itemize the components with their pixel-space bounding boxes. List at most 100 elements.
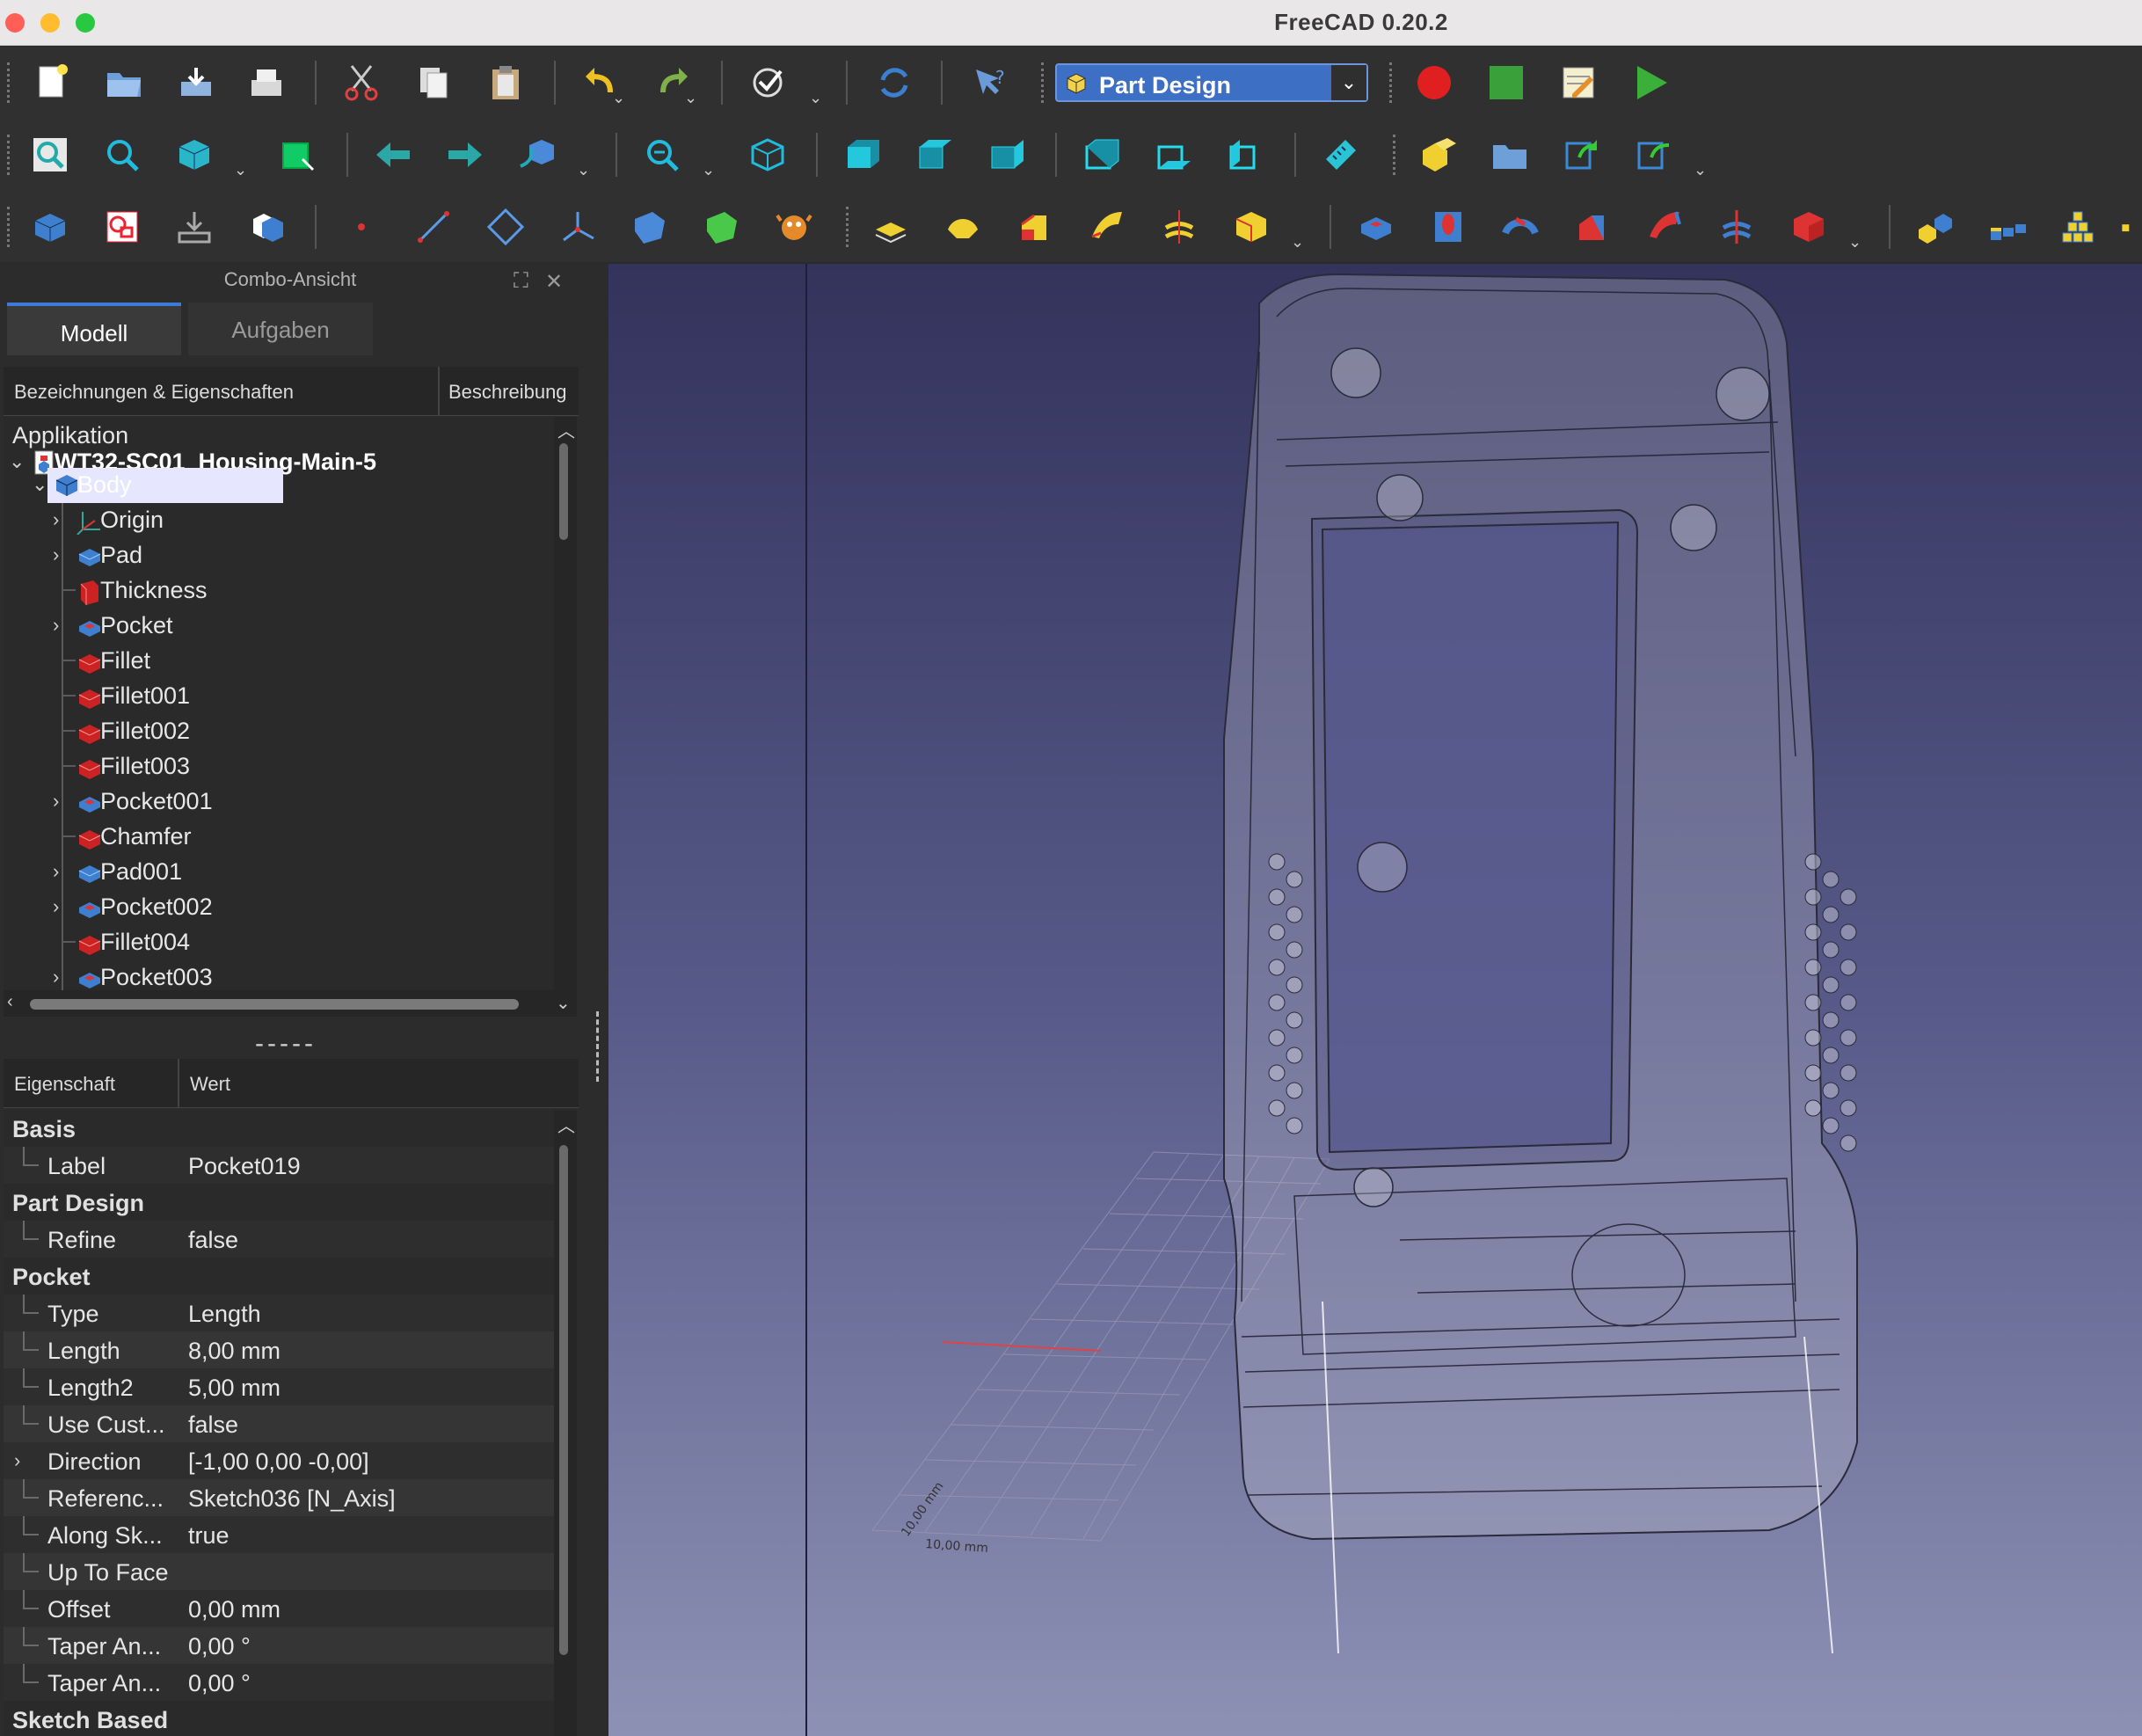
property-value[interactable]: 5,00 mm: [188, 1375, 280, 1402]
right-view-icon[interactable]: [983, 131, 1031, 179]
shape-binder-icon[interactable]: [626, 203, 674, 251]
fit-all-icon[interactable]: [26, 131, 74, 179]
property-row[interactable]: Offset 0,00 mm: [4, 1590, 554, 1627]
tree-item[interactable]: Fillet003: [4, 749, 531, 784]
additive-pipe-icon[interactable]: [1083, 203, 1131, 251]
tree-item[interactable]: Chamfer: [4, 820, 531, 855]
scroll-up-icon[interactable]: ︿: [557, 417, 575, 442]
chevron-down-icon[interactable]: ⌄: [32, 473, 47, 496]
close-panel-icon[interactable]: ✕: [545, 269, 563, 295]
property-row[interactable]: Length2 5,00 mm: [4, 1368, 554, 1405]
tree-scroll-thumb[interactable]: [559, 443, 568, 540]
create-sketch-icon[interactable]: [98, 203, 146, 251]
chevron-right-icon[interactable]: ›: [53, 860, 59, 883]
back-arrow-icon[interactable]: [369, 131, 417, 179]
cut-icon[interactable]: [338, 59, 385, 106]
paste-icon[interactable]: [482, 59, 529, 106]
measure-icon[interactable]: [1317, 131, 1365, 179]
open-document-icon[interactable]: [100, 59, 148, 106]
tree-vertical-scrollbar[interactable]: ︿: [554, 417, 577, 990]
3d-viewport[interactable]: 10,00 mm 10,00 mm: [608, 264, 2142, 1736]
clone-sheep-icon[interactable]: [770, 203, 818, 251]
tree-item[interactable]: › Origin: [4, 503, 531, 538]
property-group[interactable]: Basis: [4, 1110, 554, 1147]
chevron-right-icon[interactable]: ›: [53, 790, 59, 813]
scroll-down-icon[interactable]: ⌄: [556, 992, 571, 1014]
copy-icon[interactable]: [410, 59, 457, 106]
property-value[interactable]: 8,00 mm: [188, 1338, 280, 1365]
property-row[interactable]: Refine false: [4, 1221, 554, 1258]
property-value[interactable]: [-1,00 0,00 -0,00]: [188, 1448, 369, 1476]
pad-tool-icon[interactable]: [867, 203, 914, 251]
property-group[interactable]: Sketch Based: [4, 1701, 554, 1736]
rear-view-icon[interactable]: [1078, 131, 1126, 179]
execute-macro-icon[interactable]: [1627, 59, 1674, 106]
tree-item[interactable]: Fillet004: [4, 925, 531, 960]
bounding-box-icon[interactable]: [274, 131, 322, 179]
recompute-icon[interactable]: [871, 59, 918, 106]
chevron-right-icon[interactable]: ›: [53, 508, 59, 531]
edit-macro-icon[interactable]: [1555, 59, 1602, 106]
sync-view-icon[interactable]: [514, 131, 561, 179]
front-view-icon[interactable]: [839, 131, 886, 179]
link-icon[interactable]: [1558, 131, 1606, 179]
subtractive-pipe-icon[interactable]: [1641, 203, 1688, 251]
property-row[interactable]: Up To Face: [4, 1553, 554, 1590]
scroll-up-icon[interactable]: ︿: [557, 1112, 575, 1137]
tree-item[interactable]: › Pocket003: [4, 960, 531, 990]
datum-point-icon[interactable]: [338, 203, 385, 251]
tree-item[interactable]: › Pocket001: [4, 784, 531, 820]
revolution-tool-icon[interactable]: [939, 203, 987, 251]
property-value[interactable]: Pocket019: [188, 1153, 301, 1180]
record-macro-icon[interactable]: [1410, 59, 1458, 106]
property-row[interactable]: Taper An... 0,00 °: [4, 1627, 554, 1664]
fit-selection-icon[interactable]: [98, 131, 146, 179]
isometric-view-icon[interactable]: [744, 131, 791, 179]
redo-dropdown-icon[interactable]: ⌄: [684, 89, 697, 107]
tree-hscroll-thumb[interactable]: [30, 999, 519, 1010]
dock-resize-handle[interactable]: [596, 1011, 601, 1082]
bottom-view-icon[interactable]: [1150, 131, 1198, 179]
property-group[interactable]: Pocket: [4, 1258, 554, 1295]
property-scrollbar[interactable]: ︿: [554, 1110, 577, 1736]
tree-body[interactable]: ⌄ Body: [4, 468, 531, 503]
prop-col-property[interactable]: Eigenschaft: [14, 1073, 115, 1096]
property-value[interactable]: 0,00 °: [188, 1670, 251, 1697]
subtractive-helix-icon[interactable]: [1713, 203, 1760, 251]
tree-item[interactable]: Fillet001: [4, 679, 531, 714]
chevron-right-icon[interactable]: ›: [14, 1449, 20, 1472]
undo-dropdown-icon[interactable]: ⌄: [612, 89, 625, 107]
tree-item[interactable]: › Pad001: [4, 855, 531, 890]
whats-this-icon[interactable]: ?: [965, 59, 1013, 106]
tree-col-labels[interactable]: Bezeichnungen & Eigenschaften: [14, 381, 294, 404]
property-row[interactable]: Length 8,00 mm: [4, 1331, 554, 1368]
tree-horizontal-scrollbar[interactable]: ‹ ⌄: [4, 990, 577, 1017]
chevron-right-icon[interactable]: ›: [53, 895, 59, 918]
subshape-binder-icon[interactable]: [698, 203, 746, 251]
property-value[interactable]: 0,00 °: [188, 1633, 251, 1660]
property-row[interactable]: › Direction [-1,00 0,00 -0,00]: [4, 1442, 554, 1479]
mirrored-icon[interactable]: [1912, 203, 1959, 251]
linear-pattern-icon[interactable]: [1984, 203, 2031, 251]
stop-macro-icon[interactable]: [1483, 59, 1530, 106]
polar-pattern-icon[interactable]: [2119, 203, 2142, 251]
panel-splitter[interactable]: -----: [255, 1029, 317, 1059]
datum-line-icon[interactable]: [410, 203, 457, 251]
part-icon[interactable]: [1414, 131, 1461, 179]
save-document-icon[interactable]: [172, 59, 220, 106]
check-dropdown-icon[interactable]: ⌄: [809, 89, 822, 107]
new-document-icon[interactable]: [28, 59, 76, 106]
create-body-icon[interactable]: [26, 203, 74, 251]
tab-aufgaben[interactable]: Aufgaben: [188, 303, 373, 355]
top-view-icon[interactable]: [911, 131, 958, 179]
forward-arrow-icon[interactable]: [441, 131, 489, 179]
groove-tool-icon[interactable]: [1497, 203, 1544, 251]
tree-item[interactable]: › Pad: [4, 538, 531, 573]
subtractive-box-icon[interactable]: [1785, 203, 1832, 251]
datum-plane-icon[interactable]: [482, 203, 529, 251]
property-row[interactable]: Referenc... Sketch036 [N_Axis]: [4, 1479, 554, 1516]
tree-col-description[interactable]: Beschreibung: [448, 381, 567, 404]
property-row[interactable]: Taper An... 0,00 °: [4, 1664, 554, 1701]
tree-item[interactable]: Thickness: [4, 573, 531, 609]
float-panel-icon[interactable]: ⛶: [514, 269, 528, 294]
